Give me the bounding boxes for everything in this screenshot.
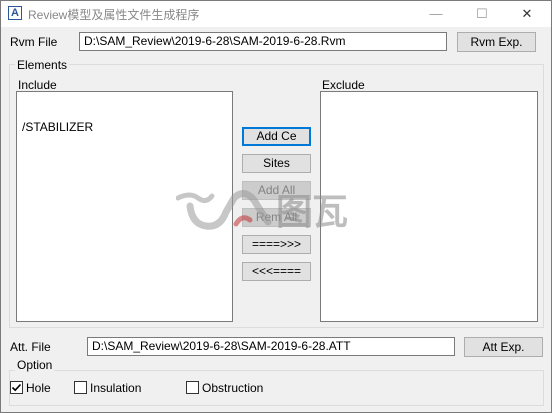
- exclude-label: Exclude: [322, 78, 365, 92]
- include-label: Include: [18, 78, 57, 92]
- elements-group-label: Elements: [15, 58, 70, 72]
- minimize-button[interactable]: —: [413, 1, 459, 27]
- rvm-export-button[interactable]: Rvm Exp.: [457, 32, 536, 52]
- att-export-button[interactable]: Att Exp.: [464, 337, 543, 357]
- maximize-button[interactable]: ☐: [459, 1, 505, 27]
- att-file-field[interactable]: D:\SAM_Review\2019-6-28\SAM-2019-6-28.AT…: [87, 337, 455, 356]
- obstruction-label[interactable]: Obstruction: [202, 381, 263, 395]
- include-list[interactable]: /STABILIZER: [16, 91, 233, 322]
- app-icon: A: [8, 6, 22, 20]
- insulation-label[interactable]: Insulation: [90, 381, 141, 395]
- rvm-file-field[interactable]: D:\SAM_Review\2019-6-28\SAM-2019-6-28.Rv…: [79, 32, 447, 51]
- include-list-item[interactable]: /STABILIZER: [22, 120, 93, 134]
- insulation-checkbox[interactable]: [74, 381, 87, 394]
- exclude-list[interactable]: [320, 91, 538, 322]
- add-ce-button[interactable]: Add Ce: [242, 127, 311, 146]
- sites-button[interactable]: Sites: [242, 154, 311, 173]
- title-bar: A Review模型及属性文件生成程序 — ☐ ✕: [1, 1, 551, 27]
- move-right-button[interactable]: ====>>>: [242, 235, 311, 254]
- option-group-label: Option: [15, 358, 55, 372]
- window-title: Review模型及属性文件生成程序: [28, 8, 200, 22]
- obstruction-checkbox[interactable]: [186, 381, 199, 394]
- att-file-label: Att. File: [10, 340, 51, 354]
- hole-label[interactable]: Hole: [26, 381, 51, 395]
- main-window: A Review模型及属性文件生成程序 — ☐ ✕ Rvm File D:\SA…: [0, 0, 552, 413]
- add-all-button[interactable]: Add All: [242, 181, 311, 200]
- hole-checkbox[interactable]: [10, 381, 23, 394]
- move-left-button[interactable]: <<<====: [242, 262, 311, 281]
- close-button[interactable]: ✕: [504, 1, 550, 27]
- checkmark-icon: [11, 383, 22, 392]
- rem-all-button[interactable]: Rem All: [242, 208, 311, 227]
- rvm-file-label: Rvm File: [10, 35, 58, 49]
